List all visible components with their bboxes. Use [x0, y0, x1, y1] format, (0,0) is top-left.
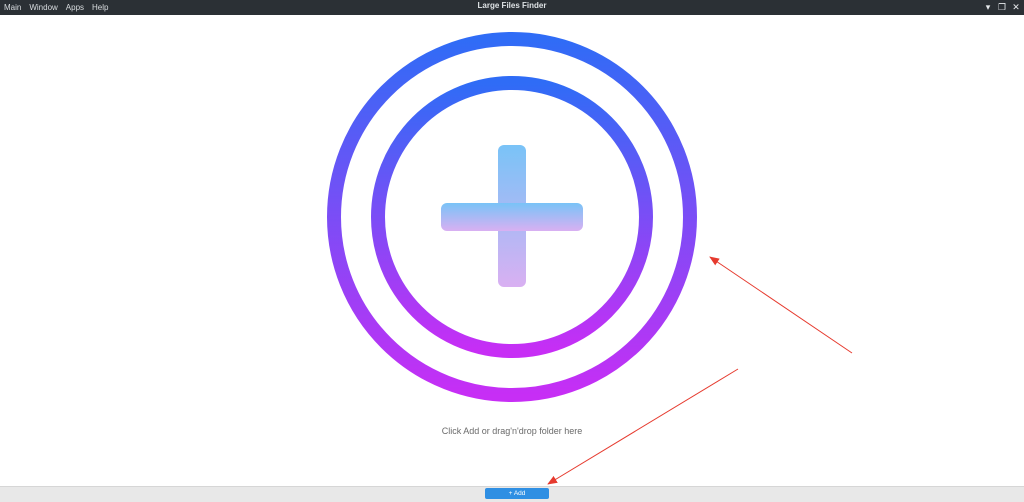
add-button[interactable]: + Add: [485, 488, 549, 499]
minimize-icon[interactable]: ▾: [984, 3, 992, 12]
close-icon[interactable]: ✕: [1012, 3, 1020, 12]
main-content: Click Add or drag'n'drop folder here: [0, 15, 1024, 486]
window-title: Large Files Finder: [477, 1, 547, 10]
drop-hint-text: Click Add or drag'n'drop folder here: [441, 426, 583, 436]
add-circle-icon: [327, 32, 697, 402]
add-folder-drop-target[interactable]: [326, 31, 698, 403]
title-bar: Main Window Apps Help Large Files Finder…: [0, 0, 1024, 15]
window-controls: ▾ ❐ ✕: [984, 0, 1020, 15]
bottom-toolbar: + Add: [0, 486, 1024, 502]
plus-horizontal: [441, 203, 583, 231]
restore-icon[interactable]: ❐: [998, 3, 1006, 12]
